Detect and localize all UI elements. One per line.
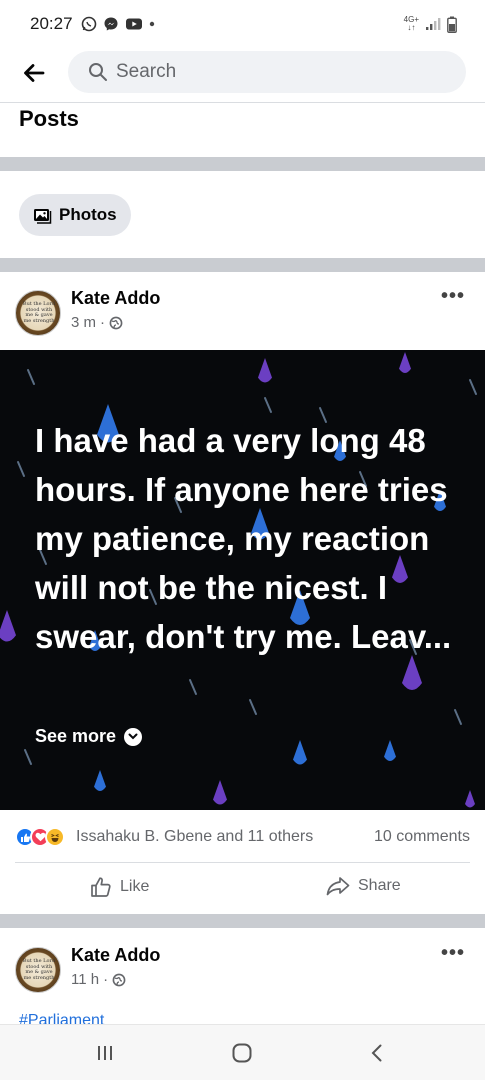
share-arrow-icon	[326, 877, 350, 896]
reactions-row[interactable]: Issahaku B. Gbene and 11 others 10 comme…	[0, 822, 485, 852]
status-right: 4G+ ↓↑	[404, 16, 457, 33]
post-header: But the Lord stood with me & gave me str…	[0, 285, 485, 345]
rain-streak-decoration	[264, 397, 272, 413]
post-image[interactable]: I have had a very long 48 hours. If anyo…	[0, 350, 485, 810]
raindrop-decoration	[94, 770, 106, 791]
post-text: I have had a very long 48 hours. If anyo…	[35, 422, 452, 655]
status-bar: 20:27 4G+ ↓↑	[0, 0, 485, 48]
recent-apps-icon	[98, 1046, 112, 1060]
search-icon	[89, 63, 107, 81]
youtube-icon	[125, 18, 142, 30]
post-author[interactable]: Kate Addo	[71, 288, 160, 309]
post-separator	[0, 914, 485, 928]
rain-streak-decoration	[24, 749, 32, 765]
actions-divider	[15, 862, 470, 863]
post-meta: 11 h ·	[71, 971, 126, 988]
rain-streak-decoration	[469, 379, 477, 395]
avatar[interactable]: But the Lord stood with me & gave me str…	[15, 290, 61, 336]
thumbs-up-icon	[91, 877, 111, 897]
reaction-icons	[15, 827, 65, 847]
search-placeholder: Search	[116, 61, 177, 82]
raindrop-decoration	[293, 740, 307, 765]
meta-dot: ·	[103, 971, 109, 988]
notification-icons	[81, 16, 155, 32]
post-options-button[interactable]: •••	[441, 285, 465, 308]
raindrop-decoration	[258, 358, 272, 383]
search-header: Search	[0, 50, 485, 96]
raindrop-decoration	[0, 610, 16, 642]
avatar[interactable]: But the Lord stood with me & gave me str…	[15, 947, 61, 993]
section-title: Posts	[19, 106, 79, 131]
arrow-left-icon	[24, 64, 45, 82]
haha-reaction-icon	[45, 827, 65, 847]
see-more-label: See more	[35, 726, 117, 746]
post-time[interactable]: 11 h	[71, 971, 99, 988]
header-divider	[0, 102, 485, 103]
rain-streak-decoration	[27, 369, 35, 385]
share-label: Share	[358, 877, 401, 894]
photos-filter-button[interactable]: Photos	[19, 194, 131, 236]
rain-streak-decoration	[189, 679, 197, 695]
filter-separator	[0, 258, 485, 272]
chevron-down-icon	[124, 727, 143, 746]
network-type: 4G+ ↓↑	[404, 16, 419, 32]
raindrop-decoration	[399, 352, 411, 373]
post-meta: 3 m ·	[71, 314, 123, 331]
avatar-text: But the Lord stood with me & gave me str…	[22, 301, 56, 324]
globe-icon	[112, 973, 126, 986]
messenger-icon	[104, 17, 118, 31]
photos-icon	[34, 208, 52, 224]
home-icon	[232, 1043, 252, 1063]
chevron-left-icon	[371, 1044, 382, 1062]
status-time: 20:27	[30, 14, 73, 33]
section-separator	[0, 157, 485, 171]
system-nav-bar	[0, 1024, 485, 1080]
share-button[interactable]: Share	[326, 876, 401, 896]
comments-count[interactable]: 10 comments	[374, 828, 470, 846]
avatar-text: But the Lord stood with me & gave me str…	[22, 958, 56, 981]
network-arrows: ↓↑	[407, 23, 416, 32]
search-input[interactable]: Search	[68, 51, 466, 93]
recent-apps-button[interactable]	[90, 1039, 120, 1067]
home-button[interactable]	[227, 1039, 257, 1067]
raindrop-decoration	[384, 740, 396, 761]
photos-label: Photos	[59, 205, 117, 224]
reactions-summary[interactable]: Issahaku B. Gbene and 11 others	[76, 828, 313, 846]
notification-dot-icon	[149, 21, 154, 27]
post-author[interactable]: Kate Addo	[71, 945, 160, 966]
battery-icon	[447, 16, 457, 33]
whatsapp-icon	[81, 16, 96, 32]
post-header: But the Lord stood with me & gave me str…	[0, 942, 485, 1002]
raindrop-decoration	[465, 790, 475, 808]
rain-streak-decoration	[454, 709, 462, 725]
post-time[interactable]: 3 m	[71, 314, 96, 331]
meta-dot: ·	[100, 314, 106, 331]
back-nav-button[interactable]	[362, 1039, 392, 1067]
post-options-button[interactable]: •••	[441, 942, 465, 965]
rain-streak-decoration	[249, 699, 257, 715]
post-actions: Like Share	[0, 872, 485, 908]
signal-icon	[426, 18, 441, 30]
like-button[interactable]: Like	[90, 876, 149, 898]
like-label: Like	[120, 878, 150, 895]
back-button[interactable]	[17, 56, 51, 90]
globe-icon	[109, 316, 123, 329]
see-more-button[interactable]: See more	[35, 726, 143, 747]
rain-streak-decoration	[17, 461, 25, 477]
raindrop-decoration	[213, 780, 227, 805]
